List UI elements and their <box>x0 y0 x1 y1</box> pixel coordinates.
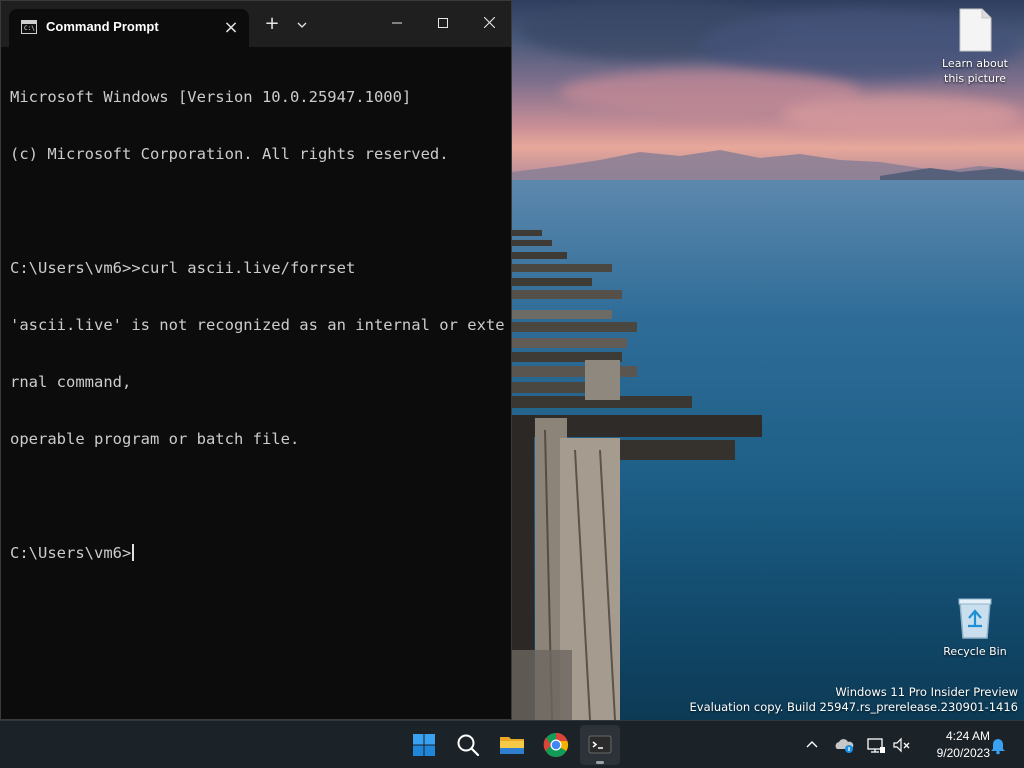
console-output[interactable]: Microsoft Windows [Version 10.0.25947.10… <box>10 50 505 710</box>
console-prompt: C:\Users\vm6> <box>10 544 132 562</box>
folder-icon <box>500 737 524 754</box>
tab-dropdown-button[interactable] <box>287 7 317 41</box>
learn-about-picture-shortcut[interactable]: Learn about this picture <box>935 8 1015 86</box>
command-prompt-window[interactable]: C:\ Command Prompt × + Microsoft Windows… <box>0 0 512 720</box>
volume-muted-icon <box>893 737 910 753</box>
desktop-icon-label: Learn about this picture <box>942 57 1008 85</box>
taskbar-file-explorer[interactable] <box>492 725 532 765</box>
close-icon <box>483 16 495 29</box>
taskbar-clock[interactable]: 4:24 AM 9/20/2023 <box>918 728 990 762</box>
taskbar-search-button[interactable] <box>448 725 488 765</box>
tab-close-button[interactable]: × <box>221 18 241 38</box>
console-line: 'ascii.live' is not recognized as an int… <box>10 316 505 334</box>
taskbar-chrome[interactable] <box>536 725 576 765</box>
maximize-button[interactable] <box>420 1 466 45</box>
recycle-bin-shortcut[interactable]: Recycle Bin <box>935 596 1015 659</box>
notifications-button[interactable] <box>986 733 1010 757</box>
terminal-icon <box>588 735 612 754</box>
bell-icon <box>991 739 1005 755</box>
taskbar-terminal[interactable] <box>580 725 620 765</box>
console-line: (c) Microsoft Corporation. All rights re… <box>10 145 449 163</box>
window-titlebar[interactable]: C:\ Command Prompt × + <box>1 1 511 47</box>
chevron-up-icon <box>806 741 818 748</box>
console-line: rnal command, <box>10 373 132 391</box>
taskbar: 4:24 AM 9/20/2023 <box>0 720 1024 768</box>
onedrive-tray-button[interactable] <box>832 733 856 757</box>
chrome-icon <box>543 732 569 758</box>
tab-title: Command Prompt <box>46 19 159 34</box>
desktop-icon-label: Recycle Bin <box>943 645 1007 658</box>
console-line: Microsoft Windows [Version 10.0.25947.10… <box>10 88 412 106</box>
active-app-indicator <box>596 761 604 764</box>
console-line: operable program or batch file. <box>10 430 300 448</box>
new-tab-button[interactable]: + <box>257 7 287 41</box>
cmd-icon: C:\ <box>21 20 37 34</box>
tab-command-prompt[interactable]: C:\ Command Prompt × <box>9 9 249 47</box>
network-tray-button[interactable] <box>864 733 888 757</box>
windows-watermark: Windows 11 Pro Insider Preview Evaluatio… <box>690 685 1018 715</box>
minimize-button[interactable] <box>374 1 420 45</box>
clock-time: 4:24 AM <box>945 729 990 743</box>
cloud-icon <box>835 739 854 753</box>
recycle-bin-icon <box>958 598 992 639</box>
document-icon <box>959 8 992 52</box>
search-icon <box>457 734 480 757</box>
network-icon <box>867 738 885 753</box>
watermark-build: Evaluation copy. Build 25947.rs_prerelea… <box>689 700 1018 714</box>
show-hidden-icons-button[interactable] <box>800 733 824 757</box>
volume-tray-button[interactable] <box>890 733 914 757</box>
minimize-icon <box>392 22 402 23</box>
text-cursor <box>132 544 135 561</box>
close-button[interactable] <box>466 1 512 45</box>
chevron-down-icon <box>297 22 307 28</box>
console-line: C:\Users\vm6>>curl ascii.live/forrset <box>10 259 356 277</box>
watermark-edition: Windows 11 Pro Insider Preview <box>835 685 1018 699</box>
maximize-icon <box>438 17 448 28</box>
console-prompt-line[interactable]: C:\Users\vm6> <box>10 544 505 563</box>
clock-date: 9/20/2023 <box>936 746 990 760</box>
windows-start-icon <box>413 734 435 756</box>
taskbar-start-button[interactable] <box>404 725 444 765</box>
